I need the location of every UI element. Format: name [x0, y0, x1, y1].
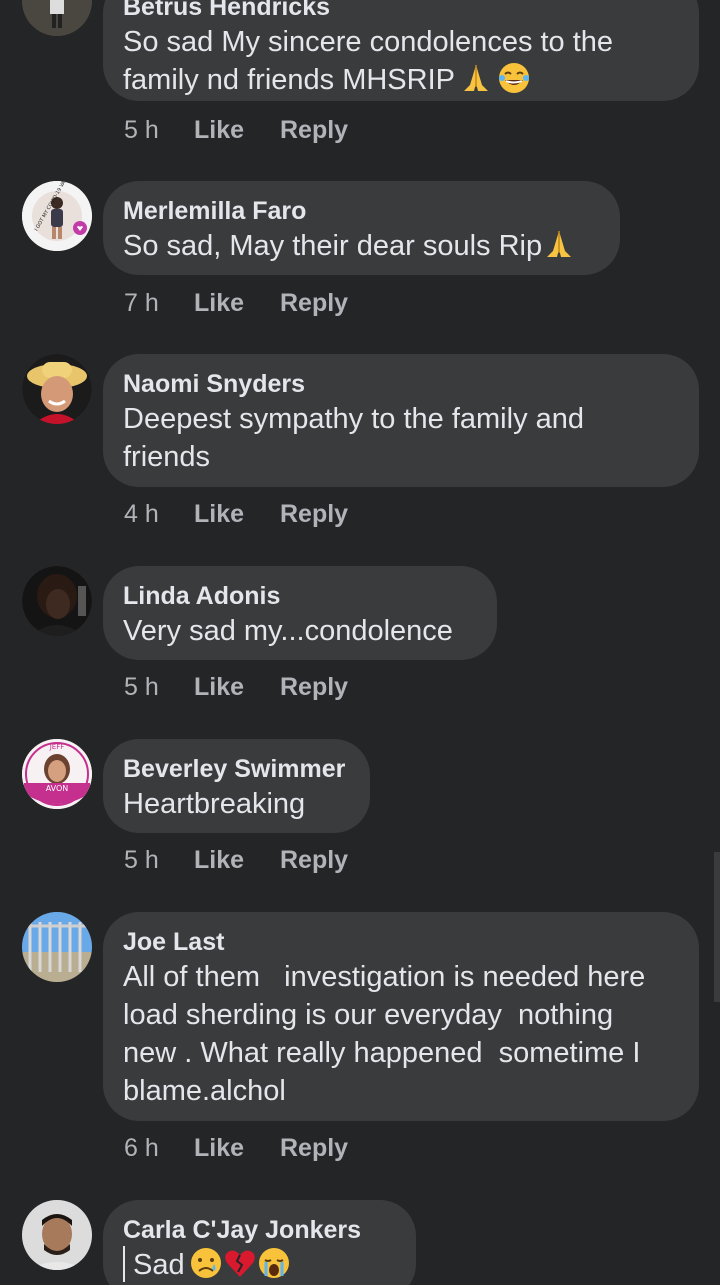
- text-cursor: [123, 1246, 125, 1282]
- avatar[interactable]: I GOT MY COVID-19 VACCINE: [22, 181, 92, 251]
- comment-actions: 7 h Like Reply: [124, 288, 348, 318]
- comment-text: Sad: [123, 1246, 396, 1284]
- commenter-name[interactable]: Merlemilla Faro: [123, 195, 600, 227]
- comment-actions: 4 h Like Reply: [124, 499, 348, 529]
- comment-text: So sad My sincere condolences to the fam…: [123, 23, 679, 99]
- like-button[interactable]: Like: [194, 499, 280, 529]
- tears-of-joy-emoji-icon: [497, 61, 531, 95]
- like-button[interactable]: Like: [194, 1133, 280, 1163]
- comment-text: Deepest sympathy to the family and frien…: [123, 403, 585, 473]
- comment-time: 7 h: [124, 289, 159, 317]
- broken-heart-emoji-icon: [223, 1246, 257, 1280]
- comment-bubble[interactable]: Merlemilla Faro So sad, May their dear s…: [103, 181, 620, 275]
- avatar[interactable]: [22, 912, 92, 982]
- comment-time: 5 h: [124, 846, 159, 874]
- reply-button[interactable]: Reply: [280, 499, 348, 529]
- avatar-photo: [22, 0, 92, 36]
- commenter-name[interactable]: Naomi Snyders: [123, 368, 679, 400]
- scrollbar[interactable]: [714, 852, 720, 1002]
- commenter-name[interactable]: Linda Adonis: [123, 580, 477, 612]
- like-button[interactable]: Like: [194, 115, 280, 145]
- avatar[interactable]: [22, 1200, 92, 1270]
- like-button[interactable]: Like: [194, 845, 280, 875]
- avatar[interactable]: [22, 354, 92, 424]
- reply-button[interactable]: Reply: [280, 288, 348, 318]
- comment-text-content: Sad: [133, 1249, 185, 1281]
- comment-bubble[interactable]: Betrus Hendricks So sad My sincere condo…: [103, 0, 699, 101]
- comment-text: So sad, May their dear souls Rip: [123, 227, 600, 265]
- comment-time: 5 h: [124, 673, 159, 701]
- avatar-photo: [22, 912, 92, 982]
- like-button[interactable]: Like: [194, 288, 280, 318]
- comment-time: 4 h: [124, 500, 159, 528]
- reply-button[interactable]: Reply: [280, 115, 348, 145]
- comment-text-content: So sad My sincere condolences to the fam…: [123, 26, 614, 96]
- comment-actions: 6 h Like Reply: [124, 1133, 348, 1163]
- avatar-caption-brand: AVON: [46, 784, 69, 793]
- reply-button[interactable]: Reply: [280, 845, 348, 875]
- commenter-name[interactable]: Joe Last: [123, 926, 679, 958]
- comment-bubble[interactable]: Linda Adonis Very sad my...condolence: [103, 566, 497, 660]
- comment-actions: 5 h Like Reply: [124, 845, 348, 875]
- comment-bubble[interactable]: Carla C'Jay Jonkers Sad: [103, 1200, 416, 1285]
- reply-button[interactable]: Reply: [280, 1133, 348, 1163]
- sad-face-emoji-icon: [189, 1246, 223, 1280]
- crying-face-emoji-icon: [257, 1246, 291, 1280]
- comment-bubble[interactable]: Naomi Snyders Deepest sympathy to the fa…: [103, 354, 699, 487]
- comment-text: All of them investigation is needed here…: [123, 961, 646, 1107]
- folded-hands-emoji-icon: [459, 61, 493, 95]
- avatar[interactable]: JEFF AVON: [22, 739, 92, 809]
- comment-time: 6 h: [124, 1134, 159, 1162]
- commenter-name[interactable]: Carla C'Jay Jonkers: [123, 1214, 396, 1246]
- comment-text: Heartbreaking: [123, 788, 306, 820]
- comment-bubble[interactable]: Joe Last All of them investigation is ne…: [103, 912, 699, 1121]
- avatar-photo: [22, 354, 92, 424]
- like-button[interactable]: Like: [194, 672, 280, 702]
- commenter-name[interactable]: Beverley Swimmer: [123, 753, 350, 785]
- reply-button[interactable]: Reply: [280, 672, 348, 702]
- avatar-photo: [22, 1200, 92, 1270]
- folded-hands-emoji-icon: [542, 227, 576, 261]
- avatar-caption-top: JEFF: [49, 743, 65, 751]
- avatar-photo: [22, 566, 92, 636]
- avatar-photo: I GOT MY COVID-19 VACCINE: [22, 181, 92, 251]
- comment-text: Very sad my...condolence: [123, 615, 453, 647]
- comment-text-content: So sad, May their dear souls Rip: [123, 230, 543, 262]
- comment-time: 5 h: [124, 116, 159, 144]
- comment-actions: 5 h Like Reply: [124, 672, 348, 702]
- commenter-name[interactable]: Betrus Hendricks: [123, 0, 679, 23]
- avatar[interactable]: [22, 566, 92, 636]
- avatar-photo: JEFF AVON: [22, 739, 92, 809]
- comment-bubble[interactable]: Beverley Swimmer Heartbreaking: [103, 739, 370, 833]
- avatar[interactable]: [22, 0, 92, 36]
- comment-actions: 5 h Like Reply: [124, 115, 348, 145]
